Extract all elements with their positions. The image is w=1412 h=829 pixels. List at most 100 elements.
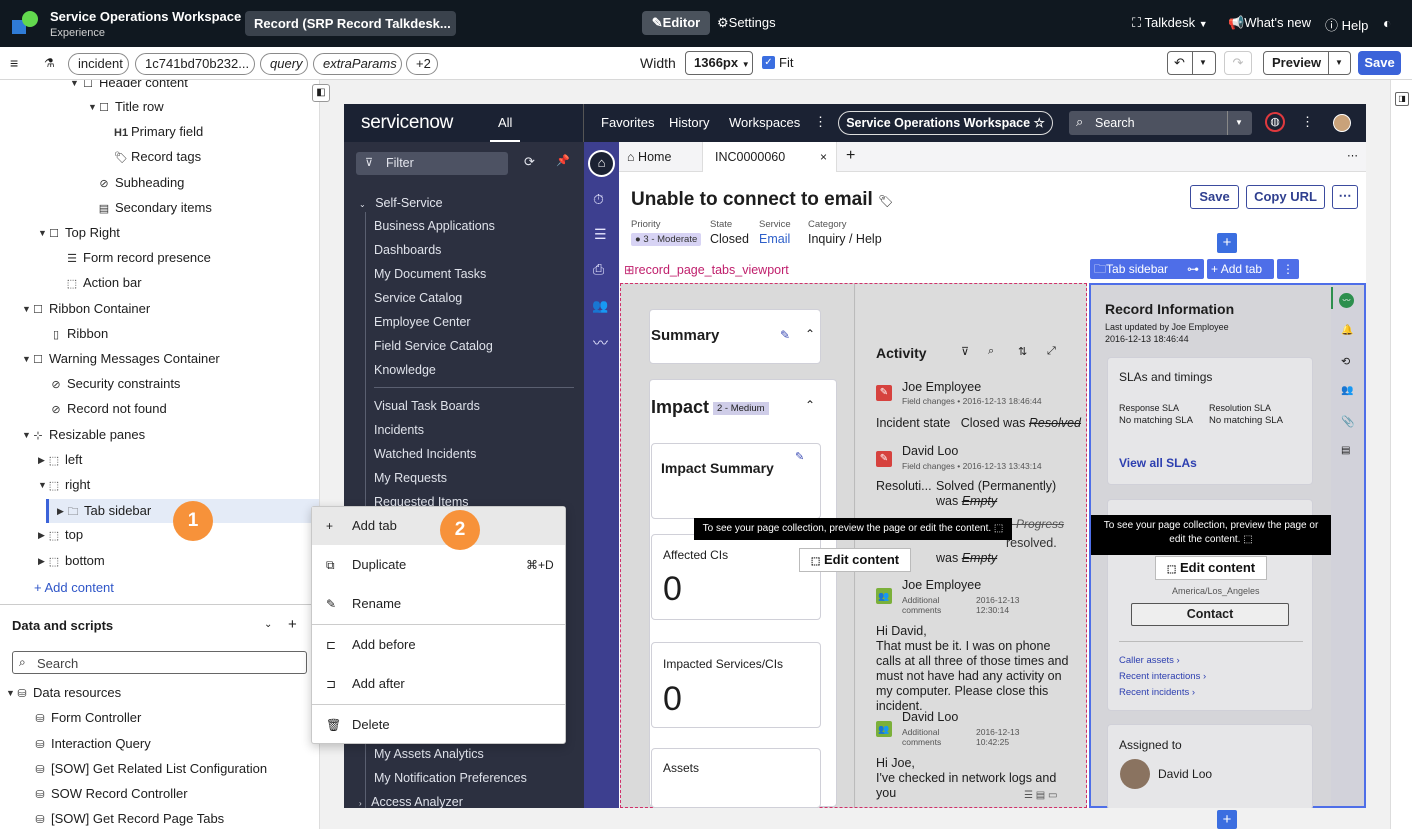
- add-tab-chip[interactable]: + Add tab: [1207, 259, 1274, 279]
- edit-icon[interactable]: ✎: [780, 328, 790, 342]
- sn-tab-home[interactable]: ⌂ Home: [627, 150, 671, 164]
- expand-icon[interactable]: ⤢: [1047, 345, 1056, 358]
- sn-nav-item[interactable]: Service Catalog: [374, 291, 462, 305]
- bell-icon[interactable]: 🔔: [1341, 325, 1353, 336]
- sn-nav-item[interactable]: Knowledge: [374, 363, 436, 377]
- tree-item[interactable]: ▤ Secondary items: [98, 197, 212, 219]
- sn-nav-item[interactable]: Visual Task Boards: [374, 399, 480, 413]
- people-icon[interactable]: 👥: [1341, 385, 1353, 396]
- menu-item-rename[interactable]: ✎ Rename: [312, 585, 565, 623]
- add-above-icon[interactable]: +: [1217, 233, 1237, 253]
- add-tab-icon[interactable]: +: [846, 147, 855, 165]
- history-icon[interactable]: ⟲: [1341, 355, 1350, 368]
- tree-item[interactable]: ▼ ☐ Warning Messages Container: [22, 348, 220, 370]
- document-icon[interactable]: ▤: [1341, 445, 1350, 456]
- flask-icon[interactable]: ⚗: [44, 56, 55, 70]
- tree-item[interactable]: ▶ ⬚ top: [38, 524, 83, 546]
- param-pill[interactable]: 1c741bd70b232...: [135, 53, 255, 75]
- tree-item[interactable]: ▶ ⬚ left: [38, 449, 82, 471]
- list-icon[interactable]: ☰: [594, 226, 607, 243]
- tree-item[interactable]: ▼ ⊹ Resizable panes: [22, 424, 145, 446]
- sn-nav-item[interactable]: My Requests: [374, 471, 447, 485]
- close-icon[interactable]: ×: [820, 150, 827, 164]
- pulse-icon[interactable]: 〰: [593, 332, 608, 353]
- tree-item[interactable]: ▼ ☐ Title row: [88, 96, 164, 118]
- sn-nav-workspaces[interactable]: Workspaces: [729, 115, 800, 130]
- sn-nav-history[interactable]: History: [669, 115, 709, 130]
- chevron-down-icon[interactable]: ⌄: [264, 619, 272, 630]
- data-resource-item[interactable]: ⛁ Interaction Query: [34, 733, 150, 755]
- chevron-up-icon[interactable]: ⌃: [805, 398, 815, 412]
- contact-button[interactable]: Contact: [1131, 603, 1289, 626]
- add-content-link[interactable]: + Add content: [34, 577, 114, 599]
- copy-url-button[interactable]: Copy URL: [1246, 185, 1325, 209]
- service-link[interactable]: Email: [759, 232, 790, 246]
- tree-item[interactable]: ⊘ Record not found: [50, 398, 166, 420]
- tag-icon[interactable]: 🏷: [878, 194, 893, 208]
- more-horizontal-icon[interactable]: ⋯: [1347, 149, 1358, 162]
- data-search-input[interactable]: ⌕ Search: [12, 651, 307, 674]
- add-below-icon[interactable]: +: [1217, 810, 1237, 829]
- tree-item[interactable]: ☰ Form record presence: [66, 247, 211, 269]
- sn-nav-section[interactable]: ⌄ Self-Service: [359, 196, 443, 210]
- globe-icon[interactable]: ◍: [1265, 112, 1285, 132]
- menu-item-add-tab[interactable]: + Add tab: [312, 507, 565, 545]
- more-vertical-icon[interactable]: ⋮: [814, 114, 827, 130]
- preview-button[interactable]: Preview: [1272, 55, 1321, 70]
- sn-filter-input[interactable]: ⊽ Filter: [356, 152, 508, 175]
- param-pill[interactable]: query: [260, 53, 308, 75]
- param-pill[interactable]: extraParams: [313, 53, 402, 75]
- tree-item[interactable]: ▼ ⬚ right: [38, 474, 90, 496]
- menu-item-delete[interactable]: 🗑 Delete: [312, 706, 565, 744]
- talkdesk-menu[interactable]: ⛶ Talkdesk ▼: [1132, 15, 1208, 31]
- tree-item[interactable]: H1 Primary field: [114, 121, 203, 143]
- tab-settings[interactable]: ⚙Settings: [717, 15, 776, 31]
- inbox-icon[interactable]: ⎙: [593, 261, 604, 278]
- sn-tab-record[interactable]: INC0000060 ×: [702, 142, 837, 172]
- record-selector[interactable]: Record (SRP Record Talkdesk... ▼: [245, 11, 456, 36]
- width-select[interactable]: 1366px ▼: [685, 51, 753, 75]
- plus-icon[interactable]: +: [288, 616, 297, 633]
- search-icon[interactable]: ⌕: [988, 345, 994, 358]
- redo-icon[interactable]: ↷: [1224, 51, 1252, 75]
- sn-nav-item[interactable]: Business Applications: [374, 219, 495, 233]
- sn-search-input[interactable]: ⌕ Search ▼: [1069, 111, 1252, 135]
- more-params-pill[interactable]: +2: [406, 53, 438, 75]
- pulse-icon[interactable]: 〰: [1339, 293, 1354, 308]
- tab-editor[interactable]: ✎Editor: [642, 11, 710, 35]
- sn-workspace-pill[interactable]: Service Operations Workspace ☆: [838, 111, 1053, 135]
- data-resources-section[interactable]: ▼ ⛁ Data resources: [6, 682, 121, 704]
- sn-nav-favorites[interactable]: Favorites: [601, 115, 654, 130]
- save-button[interactable]: Save: [1358, 51, 1401, 75]
- view-all-slas-link[interactable]: View all SLAs: [1119, 456, 1197, 470]
- hierarchy-icon[interactable]: ⊶: [1182, 259, 1204, 279]
- fit-checkbox[interactable]: ✓: [762, 56, 775, 69]
- chevron-down-icon[interactable]: ▼: [1335, 58, 1343, 67]
- data-resource-item[interactable]: ⛁ Form Controller: [34, 707, 141, 729]
- filter-icon[interactable]: ⊽: [961, 345, 969, 358]
- sn-nav-item[interactable]: Field Service Catalog: [374, 339, 493, 353]
- data-resource-item[interactable]: ⛁ SOW Record Controller: [34, 783, 187, 805]
- more-vertical-icon[interactable]: ⋮: [1277, 259, 1299, 279]
- tree-item[interactable]: ▼ ☐ Ribbon Container: [22, 298, 150, 320]
- avatar[interactable]: [1333, 114, 1351, 132]
- recent-incidents-link[interactable]: Recent incidents ›: [1119, 687, 1195, 698]
- sn-nav-item[interactable]: Employee Center: [374, 315, 471, 329]
- chevron-down-icon[interactable]: ▼: [1199, 58, 1207, 67]
- data-resource-item[interactable]: ⛁ [SOW] Get Related List Configuration: [34, 758, 267, 780]
- tree-item[interactable]: ▼ ☐ Header content: [70, 80, 188, 94]
- sn-nav-item[interactable]: My Notification Preferences: [374, 771, 527, 785]
- sn-nav-item[interactable]: Watched Incidents: [374, 447, 476, 461]
- edit-content-button[interactable]: ⬚ Edit content: [1155, 556, 1267, 580]
- edit-icon[interactable]: ✎: [795, 450, 804, 463]
- undo-icon[interactable]: ↶: [1174, 55, 1185, 71]
- sn-nav-item[interactable]: My Document Tasks: [374, 267, 486, 281]
- more-vertical-icon[interactable]: ⋮: [1301, 114, 1314, 130]
- record-save-button[interactable]: Save: [1190, 185, 1239, 209]
- tree-item[interactable]: ▶ ⬚ bottom: [38, 550, 105, 572]
- tab-sidebar-chip[interactable]: 🗀Tab sidebar: [1090, 259, 1189, 279]
- collapse-panel-icon[interactable]: ◧: [312, 84, 330, 102]
- sn-nav-item[interactable]: Dashboards: [374, 243, 441, 257]
- tree-item[interactable]: ⬚ Action bar: [66, 272, 142, 294]
- tree-item[interactable]: ⊘ Security constraints: [50, 373, 180, 395]
